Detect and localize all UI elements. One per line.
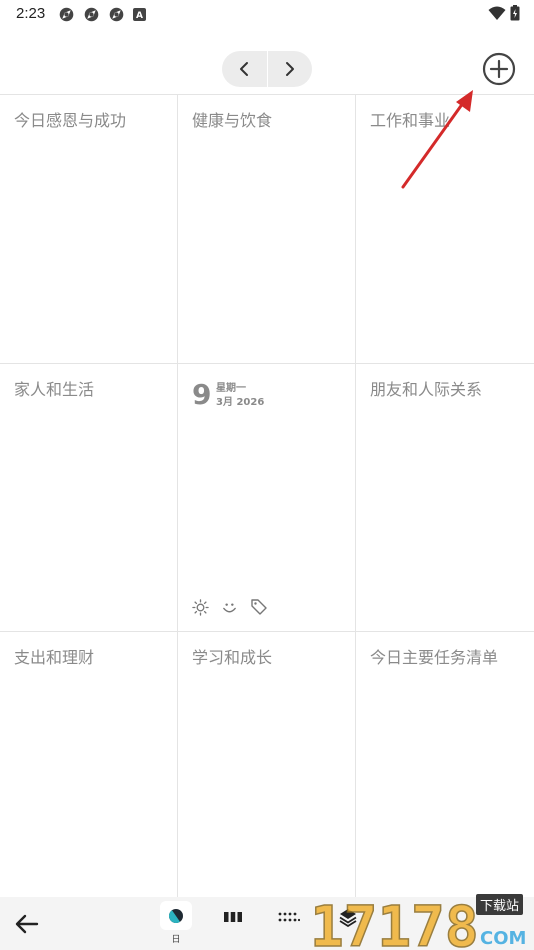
mandala-grid: 今日感恩与成功 健康与饮食 工作和事业 家人和生活 9 星期一 3月 2026 … xyxy=(0,94,534,898)
grid-cell-center-date[interactable]: 9 星期一 3月 2026 xyxy=(178,364,356,632)
sun-icon[interactable] xyxy=(192,598,209,616)
battery-icon xyxy=(510,5,520,21)
grid-cell-work[interactable]: 工作和事业 xyxy=(356,95,534,364)
app-notification-icon xyxy=(59,7,74,22)
cell-title: 家人和生活 xyxy=(14,380,95,399)
cell-title: 今日感恩与成功 xyxy=(14,111,127,130)
day-view-icon-box xyxy=(160,901,192,930)
cell-title: 支出和理财 xyxy=(14,648,95,667)
day-view-label: 日 xyxy=(171,935,181,945)
grid-cell-gratitude[interactable]: 今日感恩与成功 xyxy=(0,95,178,364)
watermark-badge: 下载站 xyxy=(476,894,524,915)
keyboard-a-icon: A xyxy=(133,8,146,21)
date-month-year: 3月 2026 xyxy=(216,397,265,408)
grid-cell-learning[interactable]: 学习和成长 xyxy=(178,632,356,898)
month-view-button[interactable] xyxy=(273,901,305,945)
svg-text:COM: COM xyxy=(480,928,526,949)
day-view-icon xyxy=(169,908,183,923)
status-notification-icons: A xyxy=(58,6,146,23)
svg-text:17178: 17178 xyxy=(310,895,479,950)
cell-title: 今日主要任务清单 xyxy=(370,648,499,667)
previous-button[interactable] xyxy=(222,51,267,87)
status-bar: 2:23 A xyxy=(0,0,534,30)
month-view-icon xyxy=(278,912,300,922)
cell-title: 工作和事业 xyxy=(370,111,451,130)
date-weekday: 星期一 xyxy=(216,383,246,394)
day-view-button[interactable]: 日 xyxy=(160,901,192,945)
next-button[interactable] xyxy=(267,51,312,87)
toolbar xyxy=(0,44,534,94)
app-notification-icon xyxy=(109,7,124,22)
date-navigation xyxy=(222,51,312,87)
grid-cell-finance[interactable]: 支出和理财 xyxy=(0,632,178,898)
week-view-button[interactable] xyxy=(217,901,249,945)
add-button[interactable] xyxy=(481,51,517,87)
week-view-icon xyxy=(224,912,242,922)
cell-title: 朋友和人际关系 xyxy=(370,380,483,399)
wifi-icon xyxy=(488,6,506,20)
grid-cell-health[interactable]: 健康与饮食 xyxy=(178,95,356,364)
status-system-icons xyxy=(488,5,520,21)
svg-text:A: A xyxy=(136,11,143,21)
plus-circle-icon xyxy=(482,52,516,86)
grid-cell-tasks[interactable]: 今日主要任务清单 xyxy=(356,632,534,898)
arrow-left-icon xyxy=(15,914,39,934)
back-button[interactable] xyxy=(12,909,42,939)
status-time: 2:23 xyxy=(16,5,46,22)
tag-icon[interactable] xyxy=(250,598,268,616)
week-view-icon-box xyxy=(217,901,249,933)
chevron-left-icon xyxy=(240,62,249,76)
grid-cell-friends[interactable]: 朋友和人际关系 xyxy=(356,364,534,632)
cell-title: 学习和成长 xyxy=(192,648,273,667)
month-view-icon-box xyxy=(273,901,305,933)
date-meta: 星期一 3月 2026 xyxy=(216,382,264,410)
date-day: 9 xyxy=(192,378,212,411)
entry-icons xyxy=(192,598,268,616)
cell-title: 健康与饮食 xyxy=(192,111,273,130)
grid-cell-family[interactable]: 家人和生活 xyxy=(0,364,178,632)
smile-icon[interactable] xyxy=(221,599,238,616)
chevron-right-icon xyxy=(285,62,294,76)
app-notification-icon xyxy=(84,7,99,22)
watermark-logo: 17178 COM 下载站 xyxy=(308,890,534,950)
